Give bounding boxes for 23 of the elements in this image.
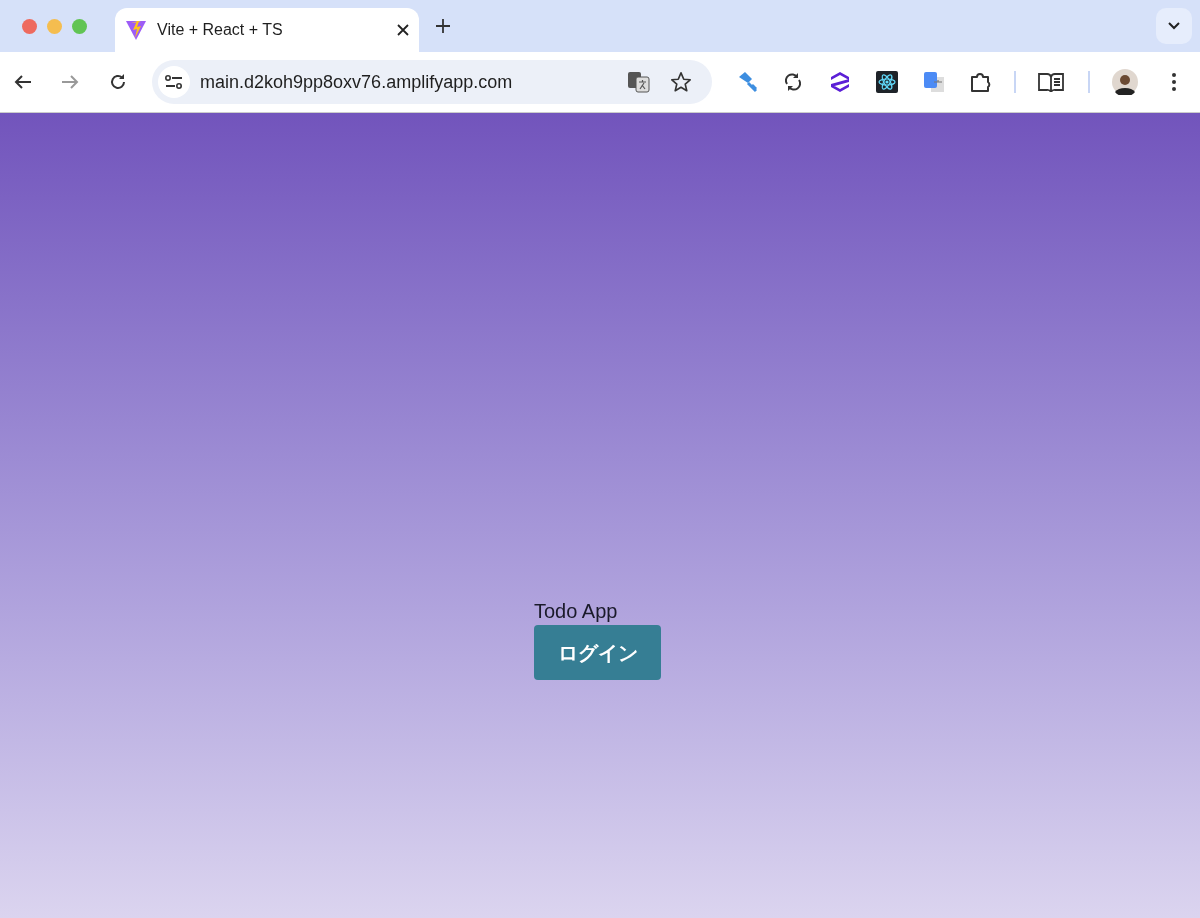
address-bar[interactable]: main.d2koh9pp8oxv76.amplifyapp.com (152, 60, 712, 104)
stacked-layers-icon[interactable] (830, 71, 850, 93)
lightning-logo-icon (125, 19, 147, 41)
app-title: Todo App (534, 599, 618, 623)
forward-icon[interactable] (61, 74, 79, 90)
tab-title: Vite + React + TS (157, 20, 283, 40)
tab-list-button[interactable] (1156, 8, 1192, 44)
profile-avatar[interactable] (1112, 69, 1138, 95)
browser-tab[interactable]: Vite + React + TS (115, 8, 419, 52)
puzzle-piece-icon[interactable] (970, 71, 992, 93)
plus-icon (435, 18, 451, 34)
atom-icon[interactable] (876, 71, 898, 93)
sync-icon[interactable] (783, 72, 803, 92)
login-button[interactable]: ログイン (534, 625, 661, 680)
more-options-icon[interactable] (1171, 72, 1177, 92)
close-icon[interactable] (397, 24, 409, 36)
back-icon[interactable] (14, 74, 32, 90)
reload-icon[interactable] (109, 73, 127, 91)
site-settings-icon[interactable] (158, 66, 190, 98)
star-icon[interactable] (670, 71, 692, 93)
chevron-down-icon (1168, 22, 1180, 30)
url-text: main.d2koh9pp8oxv76.amplifyapp.com (200, 70, 513, 94)
book-icon[interactable] (1038, 72, 1064, 92)
